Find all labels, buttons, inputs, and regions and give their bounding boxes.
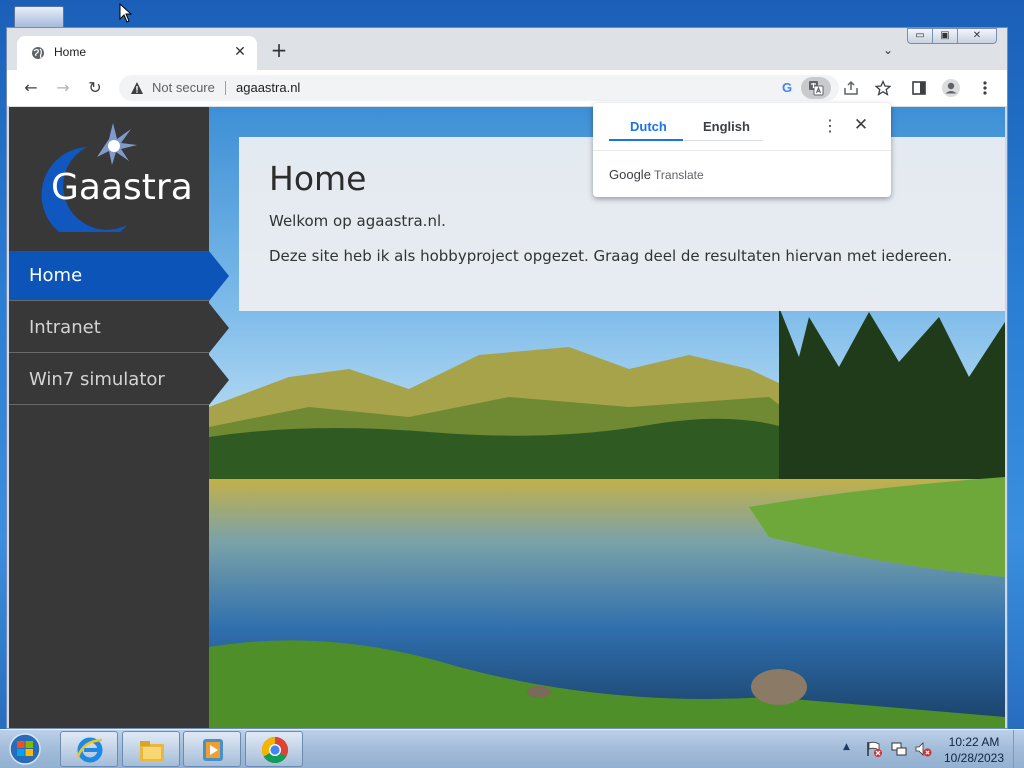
nav-arrow xyxy=(209,355,229,405)
taskbar-internet-explorer[interactable] xyxy=(60,731,118,767)
clock-date: 10/28/2023 xyxy=(943,751,1005,765)
page-title: Home xyxy=(269,159,367,198)
close-popup-icon[interactable]: ✕ xyxy=(851,115,871,135)
omnibox-separator xyxy=(225,81,226,95)
active-tab-indicator xyxy=(609,139,683,141)
warning-icon[interactable] xyxy=(130,81,144,95)
more-options-icon[interactable]: ⋮ xyxy=(821,116,839,136)
taskbar-file-explorer[interactable] xyxy=(122,731,180,767)
google-translate-brand: Google Translate xyxy=(609,167,704,182)
system-clock[interactable]: 10:22 AM 10/28/2023 xyxy=(936,734,1012,766)
nav-home-label: Home xyxy=(29,265,83,286)
tray-expand-icon[interactable]: ▲ xyxy=(843,742,850,752)
taskbar-media-player[interactable] xyxy=(183,731,241,767)
chrome-icon xyxy=(261,736,289,764)
new-tab-button[interactable]: + xyxy=(269,40,289,61)
address-bar[interactable]: Not secure agaastra.nl G xyxy=(119,75,892,101)
nav-intranet[interactable]: Intranet xyxy=(9,303,229,353)
share-icon[interactable] xyxy=(841,78,861,98)
mouse-cursor-icon xyxy=(119,3,133,23)
back-button[interactable]: ← xyxy=(21,78,41,98)
tab-search-icon[interactable]: ⌄ xyxy=(880,43,896,59)
brand-translate: Translate xyxy=(654,168,704,182)
translate-icon[interactable] xyxy=(801,77,831,99)
action-center-flag-icon[interactable] xyxy=(865,740,883,758)
description-text: Deze site heb ik als hobbyproject opgeze… xyxy=(269,247,953,265)
volume-muted-icon[interactable] xyxy=(914,740,932,758)
translate-glyph-icon xyxy=(809,81,824,96)
browser-menu-icon[interactable] xyxy=(975,78,995,98)
close-window-button[interactable]: ✕ xyxy=(957,28,997,44)
popup-divider xyxy=(593,150,891,151)
site-sidebar: Gaastra Home Intranet Win7 simulator xyxy=(9,107,229,728)
forward-button[interactable]: → xyxy=(53,78,73,98)
nav-win7-simulator[interactable]: Win7 simulator xyxy=(9,355,229,405)
translate-popup: Dutch English ⋮ ✕ Google Translate xyxy=(593,103,891,197)
tab-home[interactable]: Home ✕ xyxy=(17,36,257,70)
tab-close-icon[interactable]: ✕ xyxy=(231,43,249,61)
tab-title: Home xyxy=(54,45,87,59)
side-panel-icon[interactable] xyxy=(909,78,929,98)
profile-avatar-icon[interactable] xyxy=(941,78,961,98)
clock-time: 10:22 AM xyxy=(948,735,1000,749)
nav-home[interactable]: Home xyxy=(9,251,229,301)
nav-intranet-label: Intranet xyxy=(29,317,101,338)
folder-icon xyxy=(140,741,164,761)
brand-google: Google xyxy=(609,167,651,182)
nav-active-arrow xyxy=(209,251,229,301)
media-player-icon xyxy=(203,739,223,761)
security-label[interactable]: Not secure xyxy=(152,80,215,95)
web-page: Gaastra Home Intranet Win7 simulator Hom… xyxy=(9,107,1005,728)
taskbar-chrome[interactable] xyxy=(245,731,303,767)
show-desktop-button[interactable] xyxy=(1013,730,1024,768)
minimize-button[interactable]: ▭ xyxy=(907,28,933,44)
google-icon[interactable]: G xyxy=(777,78,797,98)
network-icon[interactable] xyxy=(890,740,908,758)
bookmark-star-icon[interactable] xyxy=(873,78,893,98)
welcome-text: Welkom op agaastra.nl. xyxy=(269,212,446,230)
taskbar: ▲ 10:22 AM 10/28/2023 xyxy=(0,729,1024,768)
window-controls: ▭ ▣ ✕ xyxy=(907,28,997,44)
maximize-button[interactable]: ▣ xyxy=(932,28,958,44)
start-button[interactable] xyxy=(6,732,44,766)
tab-strip: Home ✕ + ⌄ ▭ ▣ ✕ xyxy=(7,28,1007,70)
globe-icon xyxy=(32,47,44,59)
url-text[interactable]: agaastra.nl xyxy=(236,80,300,95)
internet-explorer-icon xyxy=(76,737,103,763)
nav-arrow xyxy=(209,303,229,353)
browser-toolbar: ← → ↻ Not secure agaastra.nl G xyxy=(7,70,1007,107)
nav-win7-label: Win7 simulator xyxy=(29,369,165,390)
tab-dutch[interactable]: Dutch xyxy=(630,119,667,134)
tab-divider xyxy=(683,140,763,141)
tab-english[interactable]: English xyxy=(703,119,750,134)
logo-text: Gaastra xyxy=(51,167,193,208)
reload-button[interactable]: ↻ xyxy=(85,78,105,98)
